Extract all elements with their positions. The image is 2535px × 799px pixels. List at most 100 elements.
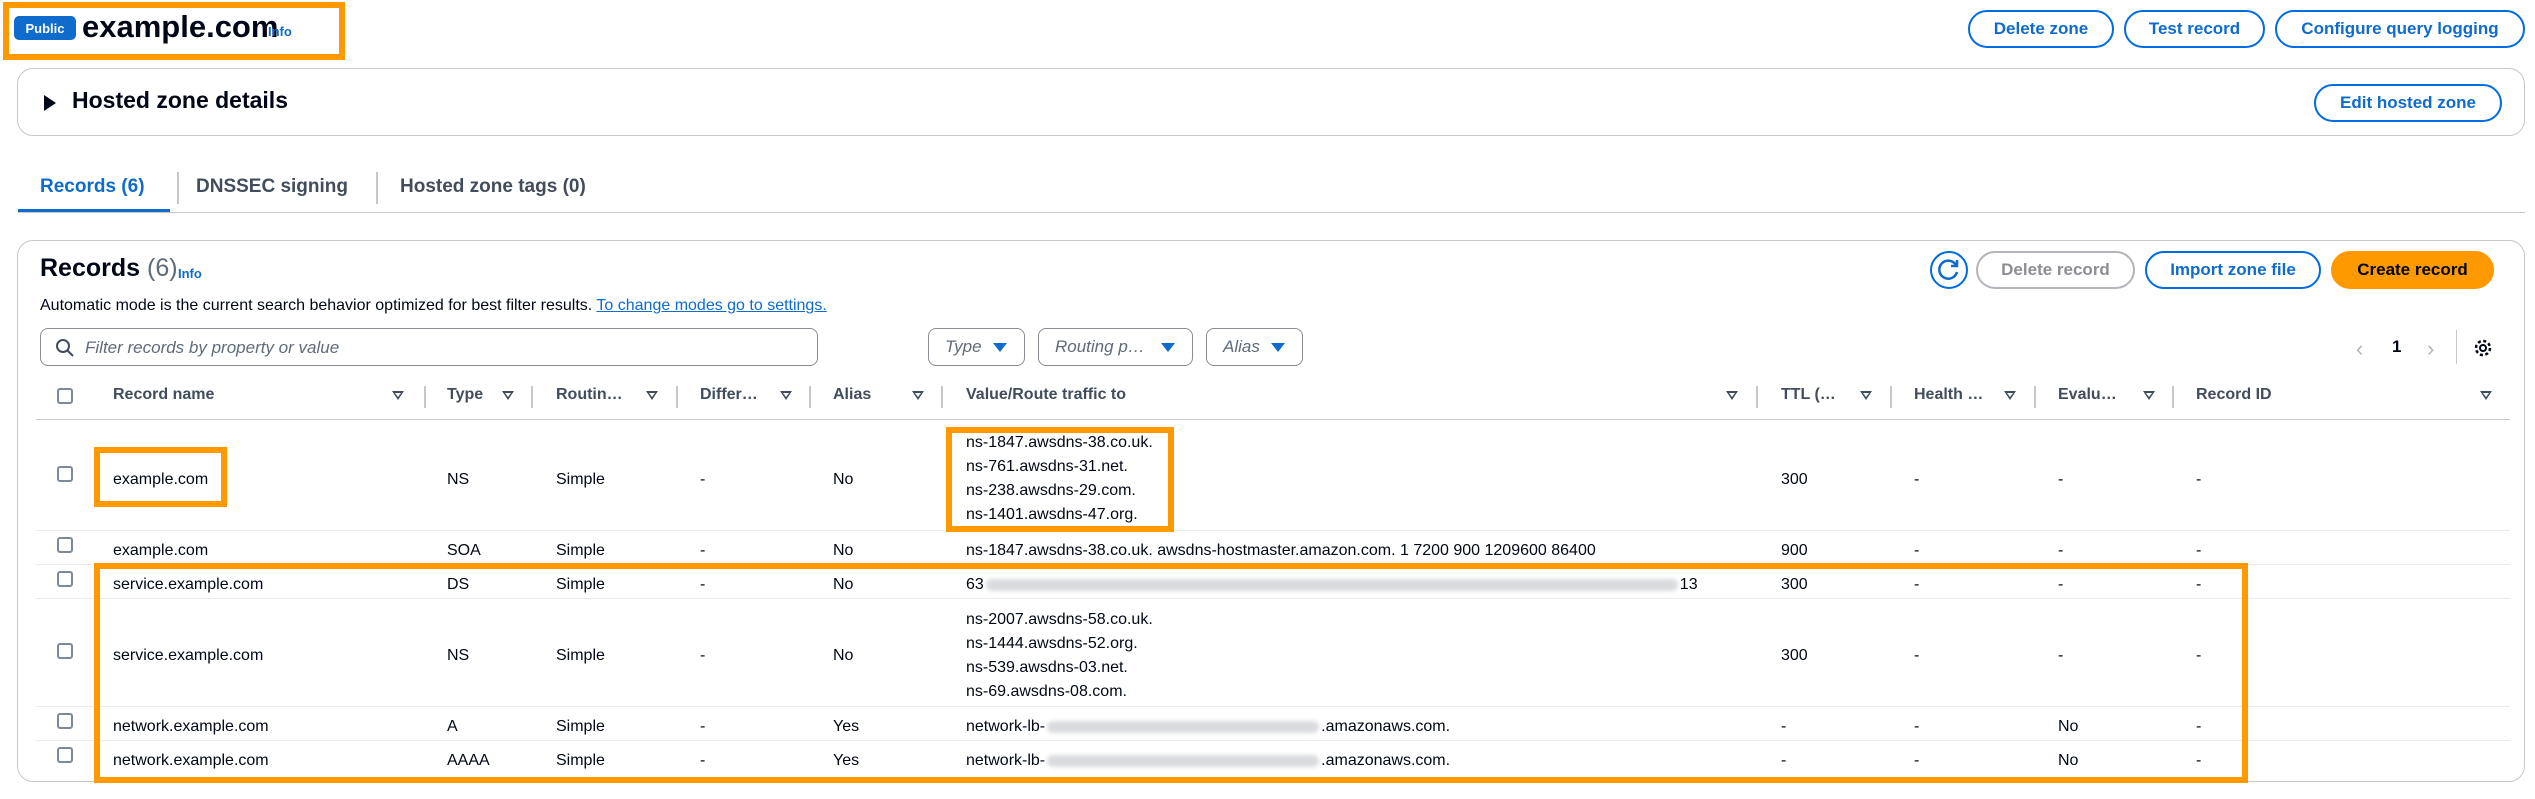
routing-filter-caret-icon — [1161, 343, 1175, 352]
search-placeholder: Filter records by property or value — [85, 338, 340, 357]
col-value[interactable]: Value/Route traffic to — [966, 386, 1126, 404]
create-record-button[interactable]: Create record — [2331, 251, 2494, 289]
record-health: - — [1914, 542, 1920, 559]
row-checkbox[interactable] — [57, 643, 73, 659]
col-separator[interactable] — [2034, 386, 2036, 408]
settings-gear-icon[interactable] — [2472, 337, 2494, 359]
record-type: NS — [447, 471, 470, 488]
sort-icon[interactable] — [646, 391, 658, 400]
tab-divider — [376, 172, 378, 204]
record-id: - — [2196, 471, 2202, 488]
delete-zone-button[interactable]: Delete zone — [1968, 10, 2114, 48]
record-routing: Simple — [556, 471, 605, 488]
prev-page-icon[interactable]: ‹ — [2356, 336, 2363, 362]
col-routing[interactable]: Routin… — [556, 386, 623, 404]
test-record-button[interactable]: Test record — [2124, 10, 2265, 48]
record-name[interactable]: example.com — [113, 542, 208, 560]
col-alias[interactable]: Alias — [833, 386, 871, 404]
select-all-checkbox[interactable] — [57, 388, 73, 404]
col-separator[interactable] — [424, 386, 426, 408]
alias-filter-dropdown[interactable]: Alias — [1206, 328, 1303, 366]
routing-filter-label: Routing p… — [1055, 337, 1145, 356]
page-number[interactable]: 1 — [2392, 337, 2401, 357]
sort-icon[interactable] — [1726, 391, 1738, 400]
sort-icon[interactable] — [780, 391, 792, 400]
type-filter-label: Type — [945, 337, 982, 356]
record-type: SOA — [447, 542, 481, 559]
col-separator[interactable] — [941, 386, 943, 408]
row-checkbox[interactable] — [57, 747, 73, 763]
col-record-id[interactable]: Record ID — [2196, 386, 2272, 404]
col-separator[interactable] — [676, 386, 678, 408]
tab-divider — [177, 172, 179, 204]
col-separator[interactable] — [1756, 386, 1758, 408]
col-separator[interactable] — [2172, 386, 2174, 408]
col-separator[interactable] — [531, 386, 533, 408]
refresh-icon — [1938, 259, 1959, 280]
records-title: Records (6) — [40, 254, 178, 283]
row-checkbox[interactable] — [57, 466, 73, 482]
records-description: Automatic mode is the current search beh… — [40, 297, 827, 315]
type-filter-dropdown[interactable]: Type — [928, 328, 1025, 366]
alias-filter-caret-icon — [1271, 343, 1285, 352]
tab-dnssec-signing[interactable]: DNSSEC signing — [196, 176, 348, 198]
col-separator[interactable] — [809, 386, 811, 408]
sort-icon[interactable] — [912, 391, 924, 400]
record-ttl: 300 — [1781, 471, 1808, 488]
import-zone-file-button[interactable]: Import zone file — [2145, 251, 2321, 289]
col-record-name[interactable]: Record name — [113, 386, 214, 404]
records-title-text: Records — [40, 254, 141, 282]
col-evaluate[interactable]: Evalu… — [2058, 386, 2117, 404]
row-divider — [36, 530, 2510, 531]
search-icon — [56, 339, 74, 357]
alias-filter-label: Alias — [1223, 337, 1260, 356]
record-routing: Simple — [556, 542, 605, 559]
search-mode-text: Automatic mode is the current search beh… — [40, 297, 593, 314]
sort-icon[interactable] — [502, 391, 514, 400]
record-alias: No — [833, 471, 854, 488]
edit-hosted-zone-button[interactable]: Edit hosted zone — [2314, 84, 2502, 122]
record-differ: - — [700, 471, 706, 488]
record-differ: - — [700, 542, 706, 559]
row-checkbox[interactable] — [57, 537, 73, 553]
row-checkbox[interactable] — [57, 713, 73, 729]
refresh-button[interactable] — [1930, 251, 1968, 289]
record-evaluate: - — [2058, 542, 2064, 559]
record-evaluate: - — [2058, 471, 2064, 488]
sort-icon[interactable] — [2143, 391, 2155, 400]
sort-icon[interactable] — [1860, 391, 1872, 400]
record-ttl: 900 — [1781, 542, 1808, 559]
records-info-link[interactable]: Info — [178, 266, 202, 281]
record-alias: No — [833, 542, 854, 559]
search-input[interactable]: Filter records by property or value — [40, 328, 818, 366]
hosted-zone-details-title[interactable]: Hosted zone details — [72, 87, 288, 114]
settings-link[interactable]: To change modes go to settings. — [596, 297, 826, 314]
record-value-line: ns-1847.awsdns-38.co.uk. awsdns-hostmast… — [966, 542, 1596, 559]
header-divider — [36, 419, 2510, 420]
record-health: - — [1914, 471, 1920, 488]
records-count: (6) — [147, 254, 178, 282]
col-differ[interactable]: Differ… — [700, 386, 758, 404]
col-health[interactable]: Health … — [1914, 386, 1983, 404]
record-name-highlight — [94, 447, 227, 507]
type-filter-caret-icon — [993, 343, 1007, 352]
expand-caret-icon[interactable] — [44, 95, 56, 111]
hosted-zone-details-panel: Hosted zone details Edit hosted zone — [17, 68, 2525, 136]
row-checkbox[interactable] — [57, 571, 73, 587]
routing-filter-dropdown[interactable]: Routing p… — [1038, 328, 1193, 366]
sort-icon[interactable] — [392, 391, 404, 400]
col-ttl[interactable]: TTL (… — [1781, 386, 1836, 404]
sort-icon[interactable] — [2480, 391, 2492, 400]
delete-record-button[interactable]: Delete record — [1976, 251, 2135, 289]
tab-hosted-zone-tags[interactable]: Hosted zone tags (0) — [400, 176, 586, 198]
col-separator[interactable] — [1890, 386, 1892, 408]
sort-icon[interactable] — [2004, 391, 2016, 400]
ns-values-highlight — [946, 427, 1174, 532]
tabs-bottom-border — [18, 212, 2525, 213]
delegated-records-highlight — [94, 563, 2248, 783]
col-type[interactable]: Type — [447, 386, 483, 404]
tab-records[interactable]: Records (6) — [40, 176, 145, 198]
configure-query-logging-button[interactable]: Configure query logging — [2275, 10, 2525, 48]
record-id: - — [2196, 542, 2202, 559]
next-page-icon[interactable]: › — [2427, 336, 2434, 362]
